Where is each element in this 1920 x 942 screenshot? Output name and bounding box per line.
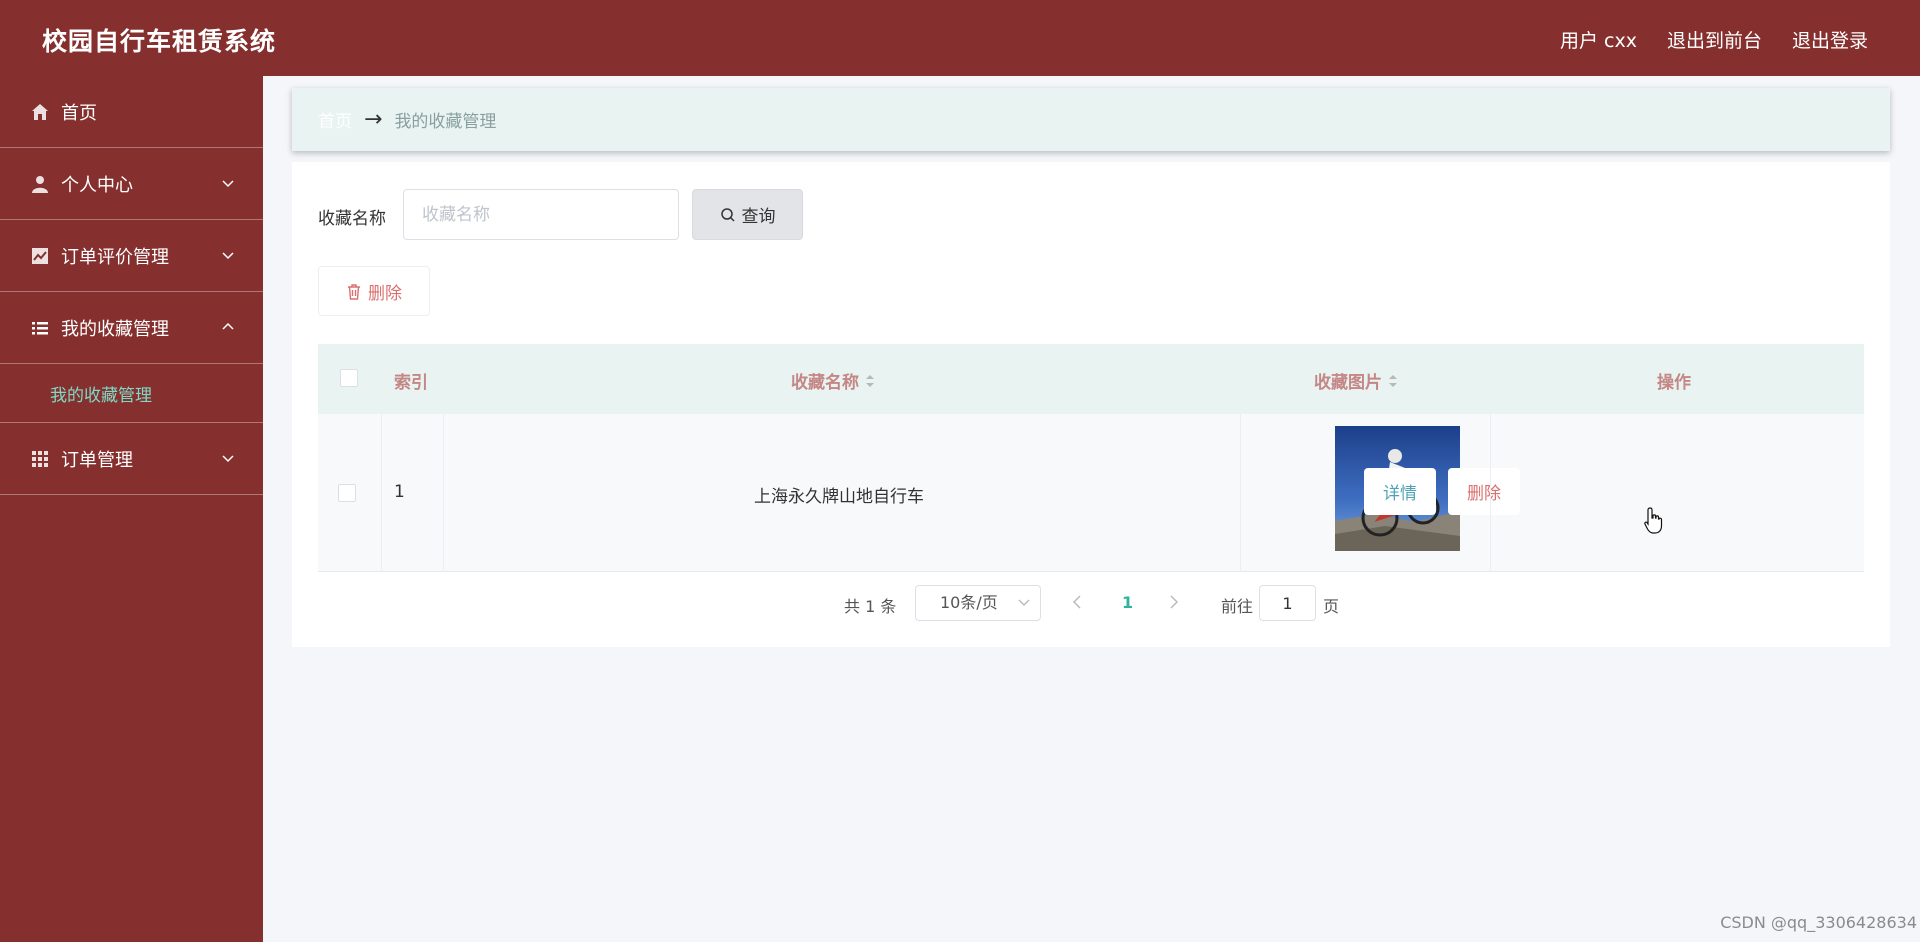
top-bar: 校园自行车租赁系统 用户 cxx 退出到前台 退出登录: [0, 0, 1920, 76]
app-title: 校园自行车租赁系统: [42, 27, 277, 56]
page-size-value: 10条/页: [940, 593, 998, 612]
page-size-select[interactable]: 10条/页: [915, 585, 1041, 621]
breadcrumb-current: 我的收藏管理: [394, 112, 497, 132]
breadcrumb: 首页 → 我的收藏管理: [292, 88, 1890, 151]
pagination: 共 1 条 10条/页 1 前往 页: [292, 585, 1890, 621]
column-header-actions: 操作: [1657, 373, 1691, 393]
chevron-down-icon: [222, 180, 234, 188]
exit-to-front-link[interactable]: 退出到前台: [1667, 26, 1762, 53]
list-icon: [30, 318, 50, 338]
sidebar-item-label: 个人中心: [61, 174, 133, 196]
watermark: CSDN @qq_3306428634: [1720, 913, 1917, 932]
row-checkbox[interactable]: [338, 484, 356, 502]
trash-icon: [348, 283, 360, 300]
batch-delete-button[interactable]: 删除: [318, 266, 430, 316]
sidebar-item-label: 订单管理: [61, 449, 133, 471]
column-divider: [1490, 414, 1491, 572]
chart-icon: [30, 246, 50, 266]
sidebar-item-label: 我的收藏管理: [61, 318, 169, 340]
detail-button[interactable]: 详情: [1364, 468, 1436, 515]
query-button[interactable]: 查询: [692, 189, 803, 240]
chevron-down-icon: [1018, 599, 1030, 606]
sort-icon[interactable]: [1388, 373, 1398, 389]
column-header-index: 索引: [394, 373, 428, 393]
sidebar-item-label: 首页: [61, 102, 97, 124]
logout-link[interactable]: 退出登录: [1792, 26, 1868, 53]
top-right-links: 用户 cxx 退出到前台 退出登录: [1560, 26, 1868, 53]
sort-icon[interactable]: [865, 373, 875, 389]
row-name: 上海永久牌山地自行车: [754, 487, 924, 507]
sidebar-item-order-management[interactable]: 订单管理: [0, 423, 263, 495]
arrow-right-icon: →: [364, 107, 383, 132]
column-divider: [381, 414, 382, 572]
chevron-down-icon: [222, 455, 234, 463]
favorites-table: 索引 收藏名称 收藏图片 操作 1 上海永久牌山地自行车 详情 删除: [318, 344, 1864, 572]
row-delete-button[interactable]: 删除: [1448, 468, 1520, 515]
sidebar: 首页 个人中心 订单评价管理 我的收藏管理 我的收藏管理 订单管理: [0, 76, 263, 942]
chevron-down-icon: [222, 252, 234, 260]
search-icon: [720, 207, 735, 222]
sidebar-item-home[interactable]: 首页: [0, 76, 263, 148]
breadcrumb-home[interactable]: 首页: [318, 107, 352, 132]
search-input[interactable]: [403, 189, 679, 240]
user-label[interactable]: 用户 cxx: [1560, 26, 1637, 53]
pagination-total: 共 1 条: [844, 597, 897, 616]
grid-icon: [30, 449, 50, 469]
goto-label: 前往: [1221, 597, 1254, 616]
column-divider: [443, 414, 444, 572]
page-suffix: 页: [1323, 597, 1340, 616]
user-icon: [30, 174, 50, 194]
sidebar-subitem-favorites[interactable]: 我的收藏管理: [0, 364, 263, 423]
column-divider: [1240, 414, 1241, 572]
query-button-label: 查询: [741, 207, 776, 227]
sidebar-item-personal-center[interactable]: 个人中心: [0, 148, 263, 220]
goto-page-input[interactable]: [1259, 585, 1316, 621]
hand-cursor-icon: [1644, 507, 1663, 534]
table-row: 1 上海永久牌山地自行车 详情 删除: [318, 414, 1864, 572]
prev-page-icon[interactable]: [1071, 595, 1083, 609]
column-header-name[interactable]: 收藏名称: [791, 368, 875, 393]
chevron-up-icon: [222, 322, 234, 330]
table-header: 索引 收藏名称 收藏图片 操作: [318, 344, 1864, 414]
select-all-checkbox[interactable]: [340, 369, 358, 387]
home-icon: [30, 102, 50, 122]
sidebar-item-label: 订单评价管理: [61, 246, 169, 268]
row-index: 1: [394, 482, 405, 502]
sidebar-item-favorites-management[interactable]: 我的收藏管理: [0, 292, 263, 364]
current-page-number[interactable]: 1: [1122, 593, 1133, 612]
search-label: 收藏名称: [318, 209, 386, 229]
column-header-image[interactable]: 收藏图片: [1314, 368, 1398, 393]
next-page-icon[interactable]: [1168, 595, 1180, 609]
batch-delete-label: 删除: [368, 283, 402, 304]
sidebar-item-review-management[interactable]: 订单评价管理: [0, 220, 263, 292]
main-panel: 收藏名称 查询 删除 索引 收藏名称 收藏图片 操作 1 上海永久牌山地自行车: [292, 162, 1890, 647]
